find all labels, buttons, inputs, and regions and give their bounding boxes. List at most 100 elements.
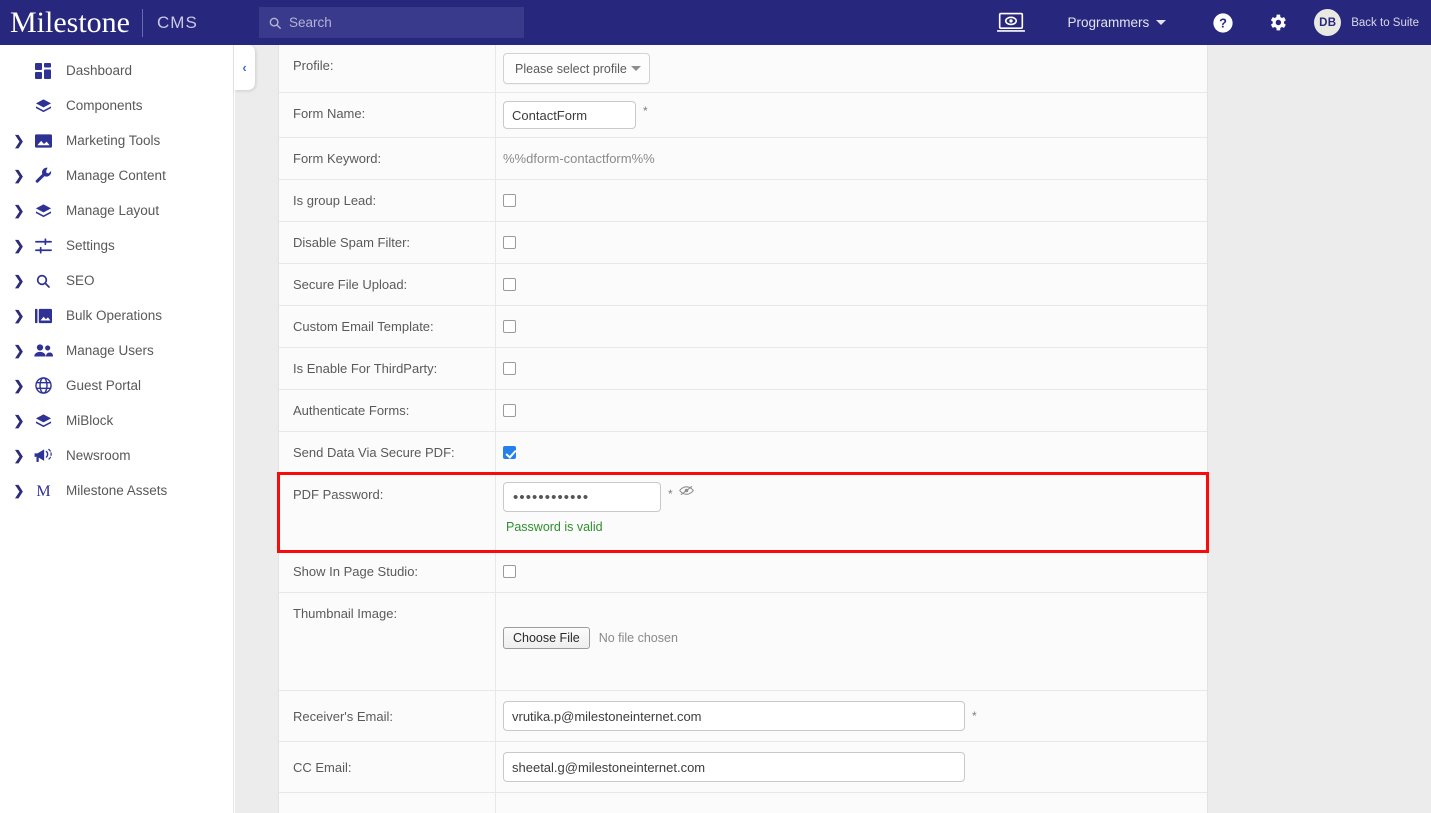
custom-email-template-checkbox[interactable] <box>503 320 516 333</box>
choose-file-button[interactable]: Choose File <box>503 627 590 649</box>
required-marker: * <box>643 104 648 118</box>
chevron-right-icon[interactable]: ❯ <box>8 343 30 359</box>
eye-slash-icon[interactable] <box>678 484 694 497</box>
form-row-cc-email: CC Email: <box>279 742 1207 793</box>
row-label: Show In Page Studio: <box>279 551 496 592</box>
search-input[interactable]: Search <box>259 7 524 38</box>
layers-icon <box>30 98 56 114</box>
gear-icon[interactable] <box>1267 12 1288 33</box>
sidebar-collapse-toggle[interactable]: ‹ <box>234 45 255 90</box>
row-label: Is group Lead: <box>279 180 496 221</box>
form-row-disable-spam-filter: Disable Spam Filter: <box>279 222 1207 264</box>
brand[interactable]: Milestone CMS <box>0 0 198 45</box>
sidebar-item-bulk-operations[interactable]: ❯ Bulk Operations <box>0 298 233 333</box>
chevron-right-icon[interactable]: ❯ <box>8 168 30 184</box>
search-icon <box>30 273 56 289</box>
monitor-preview-icon[interactable] <box>997 12 1026 33</box>
row-label <box>279 793 496 813</box>
form-settings-table: Profile: Please select profile Form Name… <box>277 45 1209 813</box>
chevron-right-icon[interactable]: ❯ <box>8 413 30 429</box>
sidebar-item-label: Manage Users <box>66 343 154 358</box>
form-row-authenticate-forms: Authenticate Forms: <box>279 390 1207 432</box>
profile-select[interactable]: Please select profile <box>503 53 650 84</box>
row-label: Profile: <box>279 45 496 92</box>
wrench-icon <box>30 167 56 184</box>
image-icon <box>30 133 56 149</box>
sidebar-item-guest-portal[interactable]: ❯ Guest Portal <box>0 368 233 403</box>
sidebar-item-milestone-assets[interactable]: ❯ M Milestone Assets <box>0 473 233 508</box>
chevron-right-icon[interactable]: ❯ <box>8 308 30 324</box>
sidebar-item-seo[interactable]: ❯ SEO <box>0 263 233 298</box>
form-row-receivers-email: Receiver's Email: * <box>279 691 1207 742</box>
user-menu[interactable]: Programmers <box>1067 15 1167 30</box>
required-marker: * <box>972 709 977 723</box>
show-in-page-studio-checkbox[interactable] <box>503 565 516 578</box>
search-placeholder-text: Search <box>289 15 332 30</box>
sidebar-item-newsroom[interactable]: ❯ Newsroom <box>0 438 233 473</box>
row-label: Receiver's Email: <box>279 691 496 741</box>
form-row-partial <box>279 793 1207 813</box>
form-row-profile: Profile: Please select profile <box>279 45 1207 93</box>
sidebar-item-miblock[interactable]: ❯ MiBlock <box>0 403 233 438</box>
authenticate-forms-checkbox[interactable] <box>503 404 516 417</box>
people-icon <box>30 343 56 358</box>
receivers-email-input[interactable] <box>503 701 965 731</box>
sidebar-item-components[interactable]: ❯ Components <box>0 88 233 123</box>
sidebar-item-label: Settings <box>66 238 115 253</box>
row-label: Send Data Via Secure PDF: <box>279 432 496 473</box>
chevron-right-icon[interactable]: ❯ <box>8 238 30 254</box>
chevron-right-icon[interactable]: ❯ <box>8 378 30 394</box>
thumbnail-file-picker[interactable]: Choose File No file chosen <box>503 627 678 649</box>
form-name-input[interactable] <box>503 101 636 129</box>
form-row-secure-file-upload: Secure File Upload: <box>279 264 1207 306</box>
letter-m-icon: M <box>30 482 56 499</box>
secure-file-upload-checkbox[interactable] <box>503 278 516 291</box>
row-label: PDF Password: <box>279 474 496 550</box>
sidebar-item-manage-content[interactable]: ❯ Manage Content <box>0 158 233 193</box>
chevron-right-icon[interactable]: ❯ <box>8 203 30 219</box>
chevron-right-icon[interactable]: ❯ <box>8 133 30 149</box>
sidebar-item-label: MiBlock <box>66 413 114 428</box>
row-label: Authenticate Forms: <box>279 390 496 431</box>
chevron-right-icon[interactable]: ❯ <box>8 483 30 499</box>
cc-email-input[interactable] <box>503 752 965 782</box>
svg-text:?: ? <box>1219 15 1227 30</box>
form-row-send-data-secure-pdf: Send Data Via Secure PDF: <box>279 432 1207 474</box>
sidebar-item-label: Bulk Operations <box>66 308 163 323</box>
svg-text:M: M <box>36 483 50 499</box>
row-label: Secure File Upload: <box>279 264 496 305</box>
disable-spam-filter-checkbox[interactable] <box>503 236 516 249</box>
pdf-password-input[interactable]: •••••••••••• <box>503 482 661 512</box>
layers-icon <box>30 413 56 429</box>
sidebar-item-manage-layout[interactable]: ❯ Manage Layout <box>0 193 233 228</box>
header-actions: Programmers ? DB Back to Suite <box>997 0 1431 45</box>
sidebar-item-manage-users[interactable]: ❯ Manage Users <box>0 333 233 368</box>
file-status-text: No file chosen <box>598 631 678 645</box>
chevron-down-icon <box>1156 20 1167 25</box>
sidebar-item-label: Dashboard <box>66 63 133 78</box>
chevron-down-icon <box>631 66 641 71</box>
third-party-checkbox[interactable] <box>503 362 516 375</box>
row-label: Is Enable For ThirdParty: <box>279 348 496 389</box>
chevron-right-icon[interactable]: ❯ <box>8 273 30 289</box>
sidebar-gutter <box>235 45 255 813</box>
main-content: Profile: Please select profile Form Name… <box>255 45 1431 813</box>
chevron-right-icon[interactable]: ❯ <box>8 448 30 464</box>
help-circle-icon[interactable]: ? <box>1212 12 1234 34</box>
form-row-form-name: Form Name: * <box>279 93 1207 138</box>
row-label: Disable Spam Filter: <box>279 222 496 263</box>
sidebar-item-marketing-tools[interactable]: ❯ Marketing Tools <box>0 123 233 158</box>
sidebar-item-settings[interactable]: ❯ Settings <box>0 228 233 263</box>
brand-logo: Milestone <box>10 5 130 39</box>
layers-icon <box>30 203 56 219</box>
sidebar-item-label: Manage Layout <box>66 203 160 218</box>
is-group-lead-checkbox[interactable] <box>503 194 516 207</box>
sidebar-nav: ❯ Dashboard ❯ Components ❯ Marketing Too… <box>0 45 234 813</box>
back-to-suite-link[interactable]: Back to Suite <box>1351 17 1419 29</box>
avatar[interactable]: DB <box>1314 9 1342 36</box>
dashboard-grid-icon <box>30 62 56 79</box>
form-row-show-in-page-studio: Show In Page Studio: <box>279 551 1207 593</box>
sidebar-item-dashboard[interactable]: ❯ Dashboard <box>0 53 233 88</box>
send-data-secure-pdf-checkbox[interactable] <box>503 446 516 459</box>
row-label: Form Keyword: <box>279 138 496 179</box>
